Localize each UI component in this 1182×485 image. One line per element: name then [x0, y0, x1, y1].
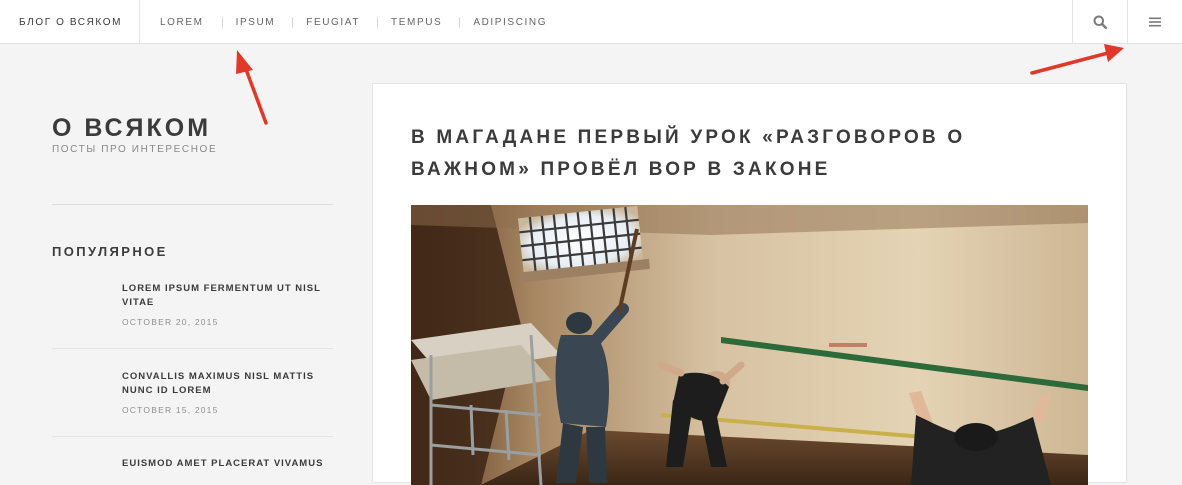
nav-item-feugiat[interactable]: FEUGIAT: [306, 17, 360, 28]
popular-post-title[interactable]: CONVALLIS MAXIMUS NISL MATTIS NUNC ID LO…: [122, 370, 327, 398]
popular-post-title[interactable]: LOREM IPSUM FERMENTUM UT NISL VITAE: [122, 282, 327, 310]
article-card: В МАГАДАНЕ ПЕРВЫЙ УРОК «РАЗГОВОРОВ О ВАЖ…: [372, 83, 1127, 485]
popular-post-date: OCTOBER 15, 2015: [122, 405, 219, 415]
post-divider: [52, 348, 333, 349]
nav-item-ipsum[interactable]: IPSUM: [236, 17, 276, 28]
blog-name: О ВСЯКОМ: [52, 114, 212, 142]
nav-item-tempus[interactable]: TEMPUS: [391, 17, 442, 28]
nav-item-adipiscing[interactable]: ADIPISCING: [473, 17, 547, 28]
search-button[interactable]: [1072, 0, 1127, 44]
site-title-link[interactable]: БЛОГ О ВСЯКОМ: [0, 0, 140, 44]
post-divider: [52, 436, 333, 437]
nav-divider: [377, 16, 379, 28]
sidebar: О ВСЯКОМ ПОСТЫ ПРО ИНТЕРЕСНОЕ ПОПУЛЯРНОЕ…: [52, 110, 333, 469]
top-header: БЛОГ О ВСЯКОМ LOREM IPSUM FEUGIAT TEMPUS…: [0, 0, 1182, 44]
sidebar-divider: [52, 204, 333, 205]
nav-divider: [221, 16, 223, 28]
blog-tagline: ПОСТЫ ПРО ИНТЕРЕСНОЕ: [52, 144, 218, 155]
article-image[interactable]: [411, 205, 1088, 485]
nav-item-lorem[interactable]: LOREM: [160, 17, 204, 28]
nav-divider: [292, 16, 294, 28]
menu-button[interactable]: [1127, 0, 1182, 44]
search-icon: [1093, 15, 1107, 29]
popular-heading: ПОПУЛЯРНОЕ: [52, 244, 168, 259]
arrow-to-menu-icon: [1030, 44, 1124, 75]
main-nav: LOREM IPSUM FEUGIAT TEMPUS ADIPISCING: [140, 0, 547, 44]
hamburger-menu-icon: [1149, 17, 1161, 27]
popular-post-date: OCTOBER 20, 2015: [122, 317, 219, 327]
nav-divider: [459, 16, 461, 28]
article-title[interactable]: В МАГАДАНЕ ПЕРВЫЙ УРОК «РАЗГОВОРОВ О ВАЖ…: [411, 122, 1091, 186]
